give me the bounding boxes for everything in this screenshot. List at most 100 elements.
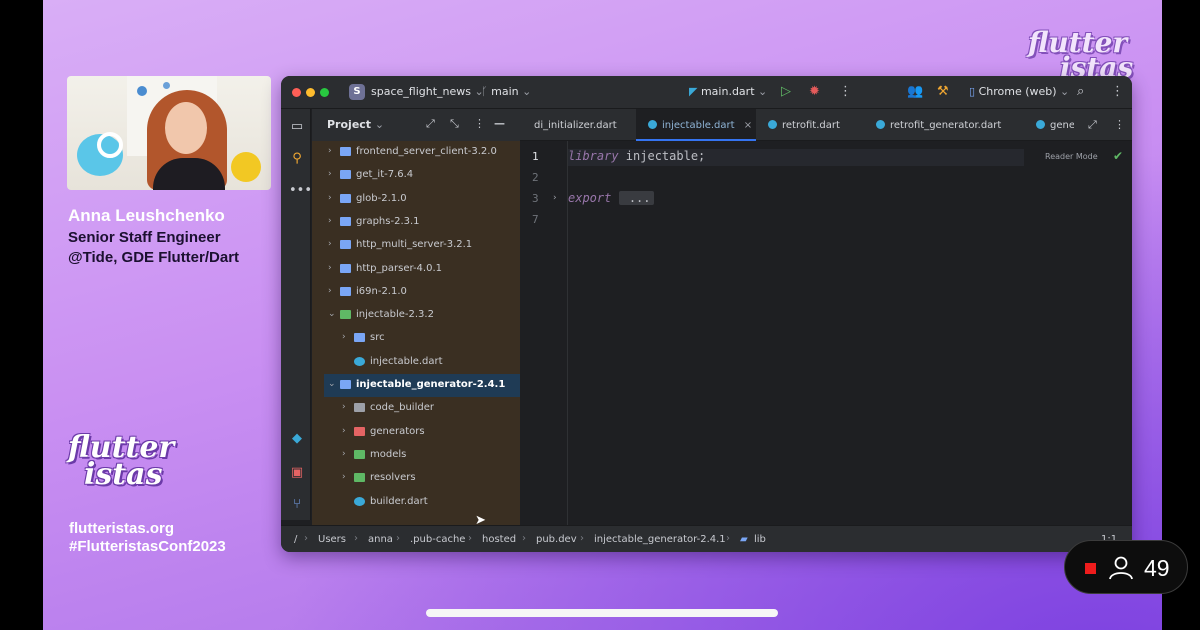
project-panel-header: Project ⌄ ⤢ ⤡ ⋮ —: [312, 109, 520, 141]
search-icon[interactable]: ⌕: [1077, 84, 1084, 99]
tree-row[interactable]: ⌄ injectable_generator-2.4.1: [324, 374, 520, 397]
git-icon[interactable]: ⑂: [289, 497, 305, 512]
tree-row[interactable]: › http_multi_server-3.2.1: [312, 234, 520, 257]
more-icon[interactable]: ⋮: [1111, 84, 1124, 99]
tab-label: injectable.dart: [662, 120, 735, 131]
chevron-right-icon[interactable]: ›: [342, 449, 346, 459]
chevron-down-icon: ⌄: [758, 85, 768, 98]
tab-options-icon[interactable]: ⋮: [1114, 118, 1125, 131]
project-panel-title[interactable]: Project ⌄: [327, 118, 384, 131]
chevron-right-icon[interactable]: ›: [342, 402, 346, 412]
chevron-down-icon[interactable]: ⌄: [328, 379, 336, 389]
chevron-right-icon[interactable]: ›: [328, 239, 332, 249]
maximize-editor-icon[interactable]: ⤢: [1088, 118, 1097, 132]
chevron-right-icon[interactable]: ›: [328, 169, 332, 179]
terminal-icon[interactable]: ▣: [289, 465, 305, 480]
tree-row-label: glob-2.1.0: [356, 192, 407, 204]
chevron-right-icon[interactable]: ›: [342, 426, 346, 436]
run-config-selector[interactable]: ◤ main.dart ⌄: [689, 85, 767, 98]
line-number: 2: [532, 171, 539, 184]
home-indicator[interactable]: [426, 609, 778, 617]
folded-region[interactable]: ...: [618, 191, 654, 205]
close-window-button[interactable]: [292, 88, 301, 97]
tree-row[interactable]: ⌄ injectable-2.3.2: [312, 304, 520, 327]
tree-row-label: resolvers: [370, 472, 416, 484]
tab-retrofit-generator[interactable]: retrofit_generator.dart: [864, 109, 1024, 141]
dart-tool-icon[interactable]: ◆: [289, 431, 305, 446]
breadcrumb-item[interactable]: hosted: [482, 534, 516, 545]
inspection-ok-icon[interactable]: ✔: [1113, 149, 1123, 163]
collapse-all-icon[interactable]: ⤡: [450, 117, 459, 131]
breadcrumb-item[interactable]: injectable_generator-2.4.1: [594, 534, 726, 545]
chevron-right-icon: ›: [354, 533, 358, 544]
tab-injectable[interactable]: injectable.dart ×: [636, 109, 756, 141]
tab-di-initializer[interactable]: di_initializer.dart: [520, 109, 636, 141]
branch-selector[interactable]: ᚴ main ⌄: [481, 85, 531, 98]
dart-file-icon: [354, 496, 365, 506]
users-icon[interactable]: 👥: [907, 84, 923, 99]
more-actions-icon[interactable]: ⋮: [839, 84, 852, 99]
tab-retrofit[interactable]: retrofit.dart: [756, 109, 864, 141]
device-selector[interactable]: ▯ Chrome (web) ⌄: [969, 85, 1069, 98]
ide-window: S space_flight_news ⌄ ᚴ main ⌄ ◤ main.da…: [281, 76, 1132, 552]
tree-row[interactable]: › http_parser-4.0.1: [312, 258, 520, 281]
zoom-window-button[interactable]: [320, 88, 329, 97]
breadcrumb-item[interactable]: anna: [368, 534, 393, 545]
tree-row[interactable]: › i69n-2.1.0: [312, 281, 520, 304]
expand-all-icon[interactable]: ⤢: [426, 117, 435, 131]
breadcrumb-item[interactable]: Users: [318, 534, 346, 545]
project-badge[interactable]: S: [349, 84, 365, 100]
chevron-right-icon[interactable]: ›: [342, 332, 346, 342]
hide-panel-icon[interactable]: —: [494, 117, 505, 130]
breadcrumb-item[interactable]: lib: [754, 534, 766, 545]
tab-generator[interactable]: gene: [1024, 109, 1074, 141]
code-editor[interactable]: 1 2 3 7 › library injectable; export ...…: [520, 141, 1132, 525]
chevron-down-icon: ⌄: [1060, 85, 1070, 98]
project-name: space_flight_news: [371, 85, 471, 98]
breadcrumb-item[interactable]: .pub-cache: [410, 534, 465, 545]
tree-row[interactable]: › src: [312, 327, 520, 350]
reader-mode-toggle[interactable]: Reader Mode: [1045, 152, 1098, 161]
chevron-right-icon[interactable]: ›: [328, 263, 332, 273]
tree-row[interactable]: › glob-2.1.0: [312, 188, 520, 211]
git-branch-icon: ᚴ: [481, 85, 488, 98]
tree-row[interactable]: builder.dart: [312, 491, 520, 514]
chevron-right-icon[interactable]: ›: [328, 146, 332, 156]
tree-row-label: frontend_server_client-3.2.0: [356, 146, 497, 157]
tab-label: retrofit_generator.dart: [890, 120, 1002, 131]
options-icon[interactable]: ⋮: [474, 117, 485, 130]
device-icon: ▯: [969, 85, 976, 98]
chevron-right-icon[interactable]: ›: [342, 472, 346, 482]
breadcrumb-item[interactable]: /: [294, 534, 297, 545]
chevron-down-icon[interactable]: ⌄: [328, 309, 336, 319]
chevron-right-icon[interactable]: ›: [328, 286, 332, 296]
breadcrumb-item[interactable]: pub.dev: [536, 534, 577, 545]
tree-row[interactable]: › frontend_server_client-3.2.0: [312, 141, 520, 164]
tree-row[interactable]: injectable.dart: [312, 351, 520, 374]
minimize-window-button[interactable]: [306, 88, 315, 97]
tree-row-label: injectable.dart: [370, 355, 443, 367]
chevron-right-icon: ›: [726, 533, 730, 544]
project-selector[interactable]: space_flight_news ⌄: [371, 85, 484, 98]
more-tools-icon[interactable]: •••: [289, 183, 312, 198]
tree-row[interactable]: › get_it-7.6.4: [312, 164, 520, 187]
chevron-right-icon[interactable]: ›: [328, 216, 332, 226]
tree-row[interactable]: › graphs-2.3.1: [312, 211, 520, 234]
project-view-icon[interactable]: ▭: [289, 119, 305, 134]
debug-icon[interactable]: ✹: [809, 84, 820, 99]
fold-chevron-icon[interactable]: ›: [553, 193, 557, 203]
project-panel-title-text: Project: [327, 118, 372, 131]
tree-row-label: generators: [370, 425, 425, 437]
folder-icon: [354, 333, 365, 343]
tree-row[interactable]: › generators: [312, 421, 520, 444]
tools-icon[interactable]: ⚒: [937, 84, 949, 99]
chevron-right-icon[interactable]: ›: [328, 193, 332, 203]
tree-row-label: injectable_generator-2.4.1: [356, 379, 506, 390]
run-icon[interactable]: ▷: [781, 84, 791, 99]
close-tab-icon[interactable]: ×: [744, 120, 752, 131]
tree-row[interactable]: › models: [312, 444, 520, 467]
tree-row[interactable]: › resolvers: [312, 467, 520, 490]
tree-row[interactable]: › code_builder: [312, 397, 520, 420]
commit-icon[interactable]: ⚲: [289, 151, 305, 166]
tree-row-label: builder.dart: [370, 495, 428, 507]
